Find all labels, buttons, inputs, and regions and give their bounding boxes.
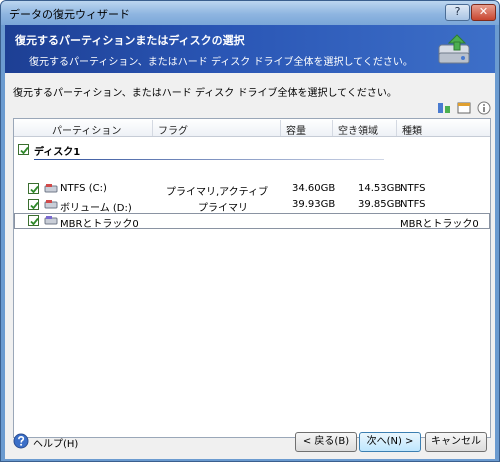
partition-type: MBRとトラック0 — [400, 219, 479, 230]
partition-icon — [44, 184, 58, 193]
disk-checkbox[interactable] — [18, 144, 29, 155]
list-header: パーティション フラグ 容量 空き領域 種類 — [14, 119, 490, 137]
row-checkbox[interactable] — [28, 183, 39, 194]
instruction-text: 復元するパーティション、またはハード ディスク ドライブ全体を選択してください。 — [13, 88, 397, 99]
partition-capacity: 39.93GB — [292, 199, 336, 210]
disk-label: ディスク1 — [34, 147, 81, 158]
partition-flag: プライマリ — [198, 203, 248, 214]
partition-icon — [44, 200, 58, 209]
partition-row[interactable]: NTFS (C:) プライマリ,アクティブ 34.60GB 14.53GB NT… — [14, 181, 490, 198]
partition-capacity: 34.60GB — [292, 183, 336, 194]
toolbar — [437, 101, 493, 117]
help-icon[interactable] — [13, 433, 29, 449]
disk-restore-icon — [438, 34, 470, 64]
cancel-button[interactable]: キャンセル — [425, 432, 487, 452]
header-banner: 復元するパーティションまたはディスクの選択 復元するパーティション、またはハード… — [5, 25, 495, 73]
window-title: データの復元ウィザード — [9, 8, 130, 21]
row-checkbox[interactable] — [28, 215, 39, 226]
column-capacity[interactable]: 容量 — [286, 122, 306, 137]
columns-icon[interactable] — [457, 101, 471, 115]
disk-row[interactable]: ディスク1 — [14, 141, 490, 159]
title-bar: データの復元ウィザード ? ✕ — [1, 1, 499, 25]
partition-name: NTFS (C:) — [60, 183, 107, 194]
partition-list: パーティション フラグ 容量 空き領域 種類 ディスク1 NTFS (C:) プ… — [13, 118, 491, 438]
wizard-client: 復元するパーティションまたはディスクの選択 復元するパーティション、またはハード… — [5, 25, 495, 459]
partition-name: MBRとトラック0 — [60, 219, 139, 230]
help-link[interactable]: ヘルプ(H) — [33, 435, 78, 450]
column-flag[interactable]: フラグ — [158, 122, 188, 137]
footer: ヘルプ(H) < 戻る(B) 次へ(N) > キャンセル — [5, 425, 495, 459]
row-checkbox[interactable] — [28, 199, 39, 210]
partition-free: 14.53GB — [358, 183, 402, 194]
sort-icon[interactable] — [437, 101, 451, 115]
back-button[interactable]: < 戻る(B) — [295, 432, 357, 452]
close-button[interactable]: ✕ — [471, 4, 496, 21]
partition-flag: プライマリ,アクティブ — [166, 187, 269, 198]
partition-type: NTFS — [400, 183, 426, 194]
partition-type: NTFS — [400, 199, 426, 210]
column-type[interactable]: 種類 — [402, 122, 422, 137]
column-free[interactable]: 空き領域 — [338, 122, 378, 137]
info-icon[interactable] — [477, 101, 491, 115]
partition-free: 39.85GB — [358, 199, 402, 210]
next-button[interactable]: 次へ(N) > — [359, 432, 421, 452]
partition-row[interactable]: ボリューム (D:) プライマリ 39.93GB 39.85GB NTFS — [14, 197, 490, 214]
partition-row[interactable]: MBRとトラック0 MBRとトラック0 — [14, 213, 490, 230]
header-title: 復元するパーティションまたはディスクの選択 — [15, 34, 245, 47]
partition-name: ボリューム (D:) — [60, 203, 132, 214]
mbr-icon — [44, 216, 58, 225]
titlebar-help-button[interactable]: ? — [445, 4, 470, 21]
header-subtitle: 復元するパーティション、またはハード ディスク ドライブ全体を選択してください。 — [29, 57, 413, 68]
column-partition[interactable]: パーティション — [52, 122, 121, 137]
wizard-window: データの復元ウィザード ? ✕ 復元するパーティションまたはディスクの選択 復元… — [0, 0, 500, 462]
disk-divider — [34, 159, 384, 160]
